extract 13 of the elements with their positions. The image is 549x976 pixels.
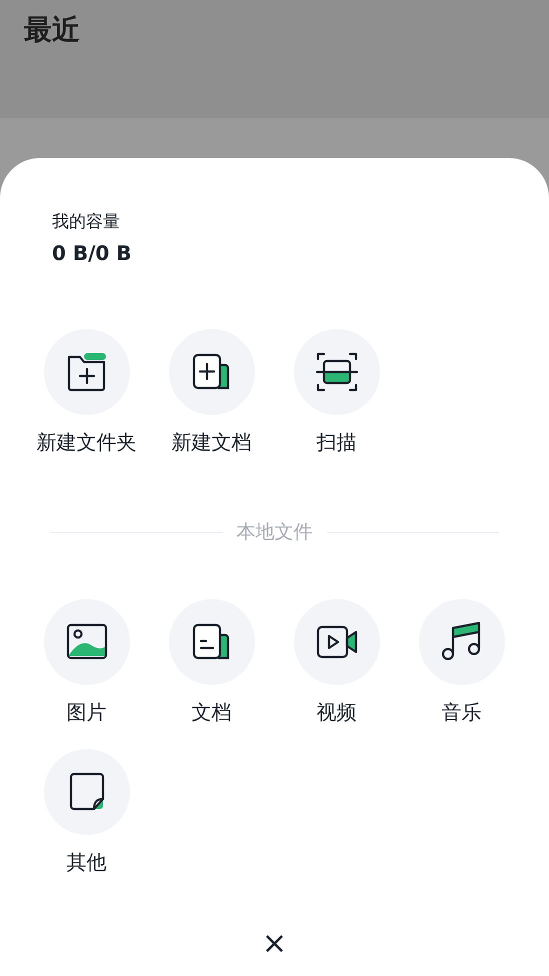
storage-label: 我的容量 [52,211,121,234]
tile-label: 图片 [66,698,106,724]
page-title: 最近 [24,12,80,48]
tile-label: 文档 [192,698,232,724]
close-button[interactable]: × [254,926,296,962]
tile-label: 新建文件夹 [36,429,136,455]
storage-value: 0 B/0 B [52,240,133,266]
tile-label: 扫描 [316,429,356,455]
tile-label: 其他 [66,848,106,874]
tile-label: 视频 [316,698,356,724]
section-heading: 本地文件 [236,520,312,545]
tile-label: 新建文档 [172,429,252,455]
tile-label: 音乐 [442,698,482,724]
